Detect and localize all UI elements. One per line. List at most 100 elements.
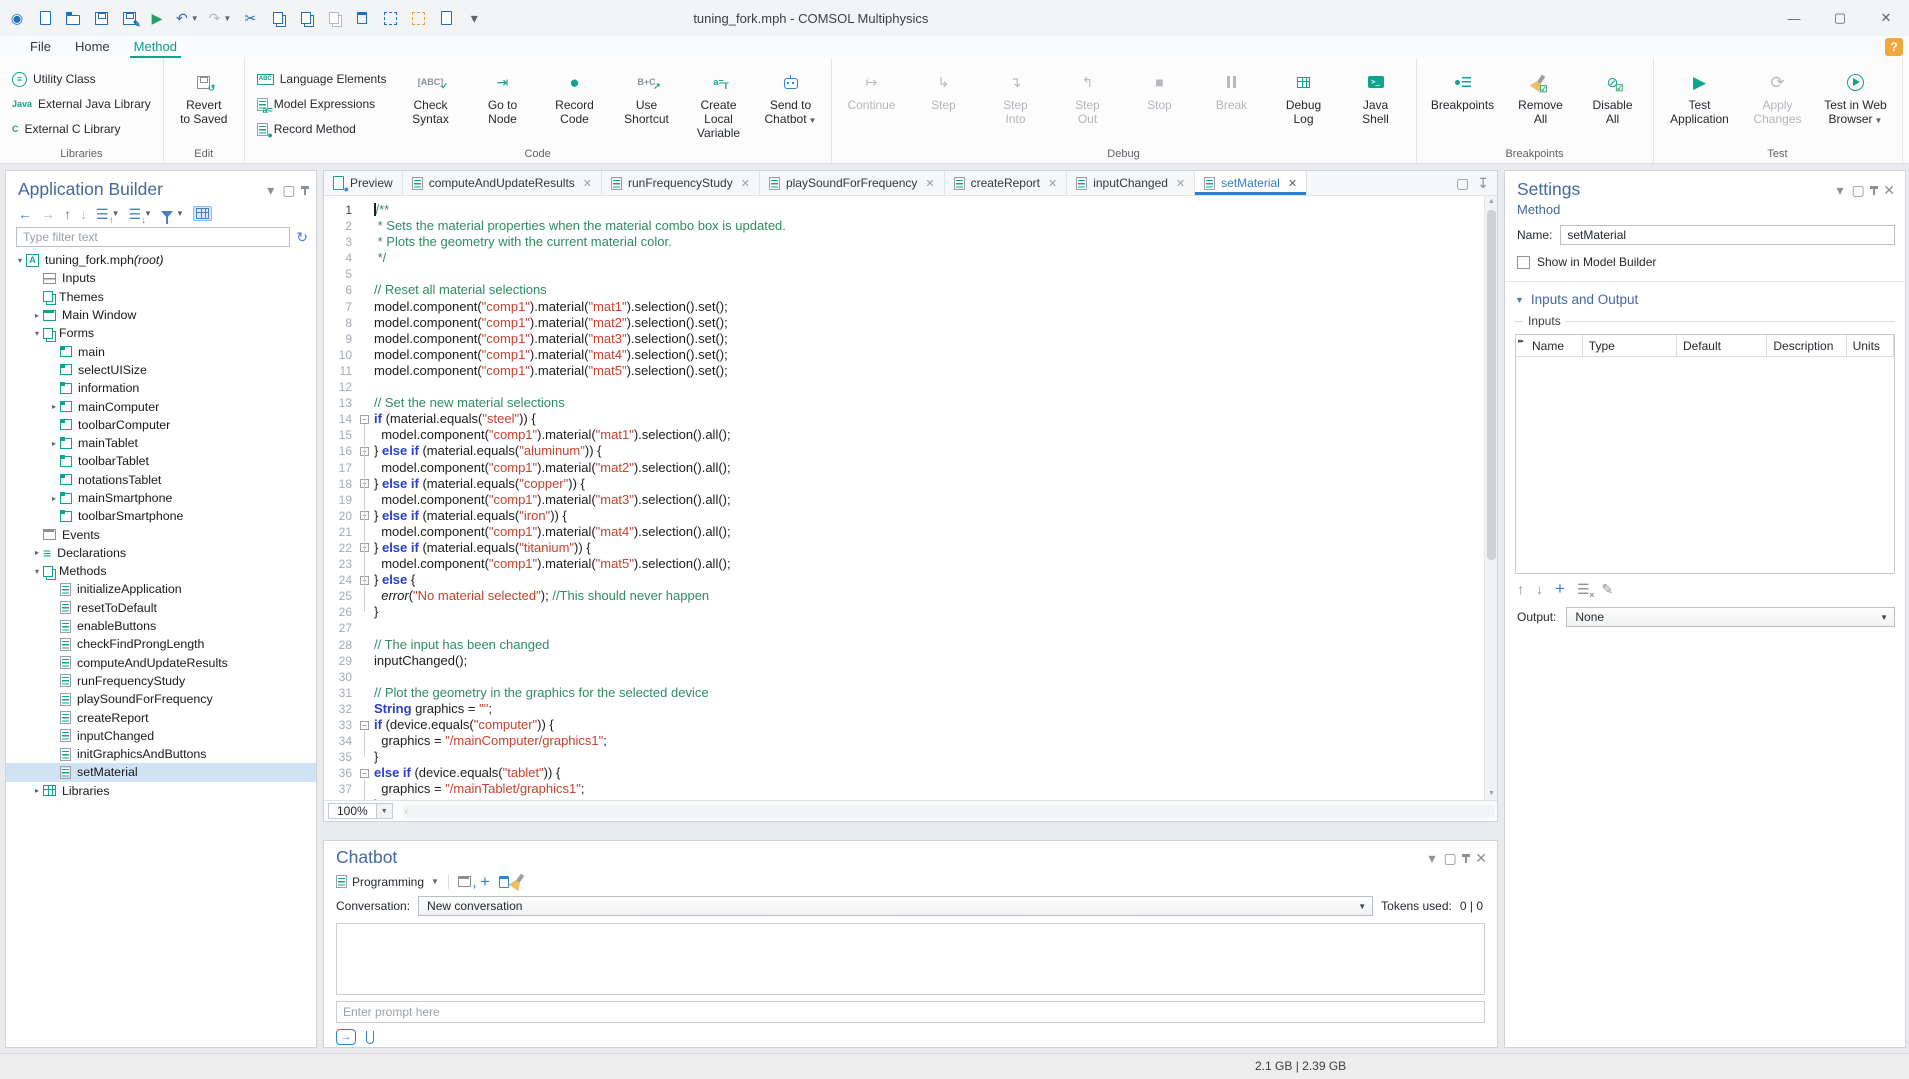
editor-tab-computeandupdateresults[interactable]: computeAndUpdateResults✕ [403, 171, 602, 195]
chevron-collapsed-icon[interactable]: ▸ [48, 439, 60, 448]
close-tab-icon[interactable]: ✕ [583, 177, 592, 190]
inputs-table-column-name[interactable]: Name [1516, 335, 1583, 356]
qat-overflow-icon[interactable]: ▾ [465, 6, 483, 30]
chevron-down-icon[interactable]: ▾ [1429, 851, 1436, 865]
model-expressions-button[interactable]: a=Model Expressions [253, 93, 391, 115]
tree-item-setmaterial[interactable]: setMaterial [6, 763, 316, 781]
external-java-library-button[interactable]: JavaExternal Java Library [8, 93, 155, 115]
filter-button[interactable]: ▼ [161, 209, 184, 218]
debug-log-button[interactable]: DebugLog [1268, 62, 1340, 146]
tree-item-tuning-fork-mph[interactable]: ▾Atuning_fork.mph (root) [6, 251, 316, 269]
tree-item-main-window[interactable]: ▸Main Window [6, 306, 316, 324]
editor-tab-setmaterial[interactable]: setMaterial✕ [1195, 171, 1307, 195]
editor-tools-button[interactable] [193, 206, 212, 221]
tree-item-playsoundforfrequency[interactable]: playSoundForFrequency [6, 690, 316, 708]
tree-item-notationstablet[interactable]: notationsTablet [6, 471, 316, 489]
add-row-icon[interactable]: + [1555, 580, 1565, 597]
tree-item-libraries[interactable]: ▸Libraries [6, 782, 316, 800]
code-editor[interactable]: 1/**2 * Sets the material properties whe… [324, 196, 1497, 800]
go-to-node-button[interactable]: ⇥Go toNode [467, 62, 539, 146]
cut-icon[interactable]: ✂ [241, 6, 259, 30]
app-logo[interactable]: ◉ [8, 6, 26, 30]
tree-item-toolbarcomputer[interactable]: toolbarComputer [6, 416, 316, 434]
clear-conversation-icon[interactable] [518, 874, 522, 889]
chevron-collapsed-icon[interactable]: ▸ [31, 311, 43, 320]
test-application-button[interactable]: ▶TestApplication [1658, 62, 1742, 146]
test-in-web-browser-button[interactable]: Test in WebBrowser▼ [1814, 62, 1898, 146]
use-shortcut-button[interactable]: B+C↗UseShortcut [611, 62, 683, 146]
inputs-table-column-units[interactable]: Units [1847, 335, 1894, 356]
tree-item-toolbartablet[interactable]: toolbarTablet [6, 452, 316, 470]
utility-class-button[interactable]: ≡Utility Class [8, 68, 155, 90]
inputs-table-column-default[interactable]: Default [1677, 335, 1767, 356]
float-icon[interactable]: ▢ [282, 183, 295, 197]
conversation-select[interactable]: New conversation ▼ [418, 896, 1373, 916]
movedown-button[interactable]: ↓ [80, 207, 87, 221]
paste-icon[interactable] [297, 6, 315, 30]
fold-toggle-icon[interactable]: − [358, 508, 374, 524]
editor-tab-createreport[interactable]: createReport✕ [945, 171, 1068, 195]
delete-icon[interactable] [353, 6, 371, 30]
tree-item-mainsmartphone[interactable]: ▸mainSmartphone [6, 489, 316, 507]
tree-item-resettodefault[interactable]: resetToDefault [6, 599, 316, 617]
tree-item-inputchanged[interactable]: inputChanged [6, 727, 316, 745]
tree-item-information[interactable]: information [6, 379, 316, 397]
java-shell-button[interactable]: >_JavaShell [1340, 62, 1412, 146]
chatbot-mode-selector[interactable]: Programming ▼ [336, 875, 439, 889]
undo-icon[interactable]: ↶▼ [176, 6, 199, 30]
tree-item-events[interactable]: Events [6, 525, 316, 543]
run-icon[interactable]: ▶ [148, 6, 166, 30]
pin-icon[interactable] [1873, 186, 1876, 195]
external-c-library-button[interactable]: CExternal C Library [8, 118, 155, 140]
clear-region-icon[interactable] [409, 6, 427, 30]
ribbon-tab-file[interactable]: File [18, 37, 63, 58]
fold-toggle-icon[interactable]: − [358, 717, 374, 733]
fold-toggle-icon[interactable]: − [358, 443, 374, 459]
tree-item-forms[interactable]: ▾Forms [6, 324, 316, 342]
back-button[interactable]: ← [18, 207, 32, 221]
chevron-collapsed-icon[interactable]: ▸ [31, 786, 43, 795]
close-icon[interactable]: ✕ [1883, 183, 1895, 197]
horizontal-scrollbar[interactable]: ‹ [403, 805, 1495, 818]
fold-toggle-icon[interactable]: − [358, 411, 374, 427]
remove-all-button[interactable]: ☑RemoveAll [1505, 62, 1577, 146]
delete-rows-icon[interactable]: ☰× [1577, 582, 1590, 596]
collapse-list-button[interactable]: ☰↓▼ [128, 207, 151, 221]
tree-item-maincomputer[interactable]: ▸mainComputer [6, 397, 316, 415]
tab-overflow-icon[interactable]: ↧ [1477, 176, 1489, 190]
tree-item-runfrequencystudy[interactable]: runFrequencyStudy [6, 672, 316, 690]
tree-filter-input[interactable] [16, 227, 290, 247]
inputs-table[interactable]: ▸▸ NameTypeDefaultDescriptionUnits [1515, 334, 1895, 574]
send-prompt-button[interactable]: → [336, 1029, 356, 1045]
tree-item-computeandupdateresults[interactable]: computeAndUpdateResults [6, 654, 316, 672]
shell-icon[interactable]: › [458, 876, 471, 887]
chevron-collapsed-icon[interactable]: ▸ [31, 548, 43, 557]
scroll-down-icon[interactable]: ▼ [1485, 788, 1497, 800]
method-name-input[interactable]: setMaterial [1560, 225, 1895, 245]
editor-tab-runfrequencystudy[interactable]: runFrequencyStudy✕ [602, 171, 760, 195]
forward-button[interactable]: → [41, 207, 55, 221]
tree-item-initgraphicsandbuttons[interactable]: initGraphicsAndButtons [6, 745, 316, 763]
show-in-model-builder-checkbox[interactable] [1517, 256, 1530, 269]
tree-item-maintablet[interactable]: ▸mainTablet [6, 434, 316, 452]
tree-item-createreport[interactable]: createReport [6, 708, 316, 726]
expand-list-button[interactable]: ☰↑▼ [96, 207, 119, 221]
duplicate-icon[interactable] [325, 6, 343, 30]
tree-item-main[interactable]: main [6, 342, 316, 360]
new-file-icon[interactable] [36, 6, 54, 30]
send-to-chatbot-button[interactable]: Send toChatbot▼ [755, 62, 827, 146]
chevron-expanded-icon[interactable]: ▾ [31, 329, 43, 338]
breakpoints-button[interactable]: Breakpoints [1421, 62, 1505, 146]
fold-toggle-icon[interactable]: − [358, 765, 374, 781]
tree-item-initializeapplication[interactable]: initializeApplication [6, 580, 316, 598]
record-code-button[interactable]: ●RecordCode [539, 62, 611, 146]
fold-toggle-icon[interactable]: − [358, 540, 374, 556]
add-conversation-icon[interactable]: + [480, 873, 490, 890]
tree-item-toolbarsmartphone[interactable]: toolbarSmartphone [6, 507, 316, 525]
help-button[interactable]: ? [1885, 38, 1903, 56]
refresh-icon[interactable]: ↻ [296, 230, 308, 244]
editor-tab-preview[interactable]: ●Preview [324, 171, 403, 195]
chevron-collapsed-icon[interactable]: ▸ [48, 402, 60, 411]
scroll-left-icon[interactable]: ‹ [405, 805, 408, 818]
minimize-button[interactable]: — [1771, 0, 1817, 36]
